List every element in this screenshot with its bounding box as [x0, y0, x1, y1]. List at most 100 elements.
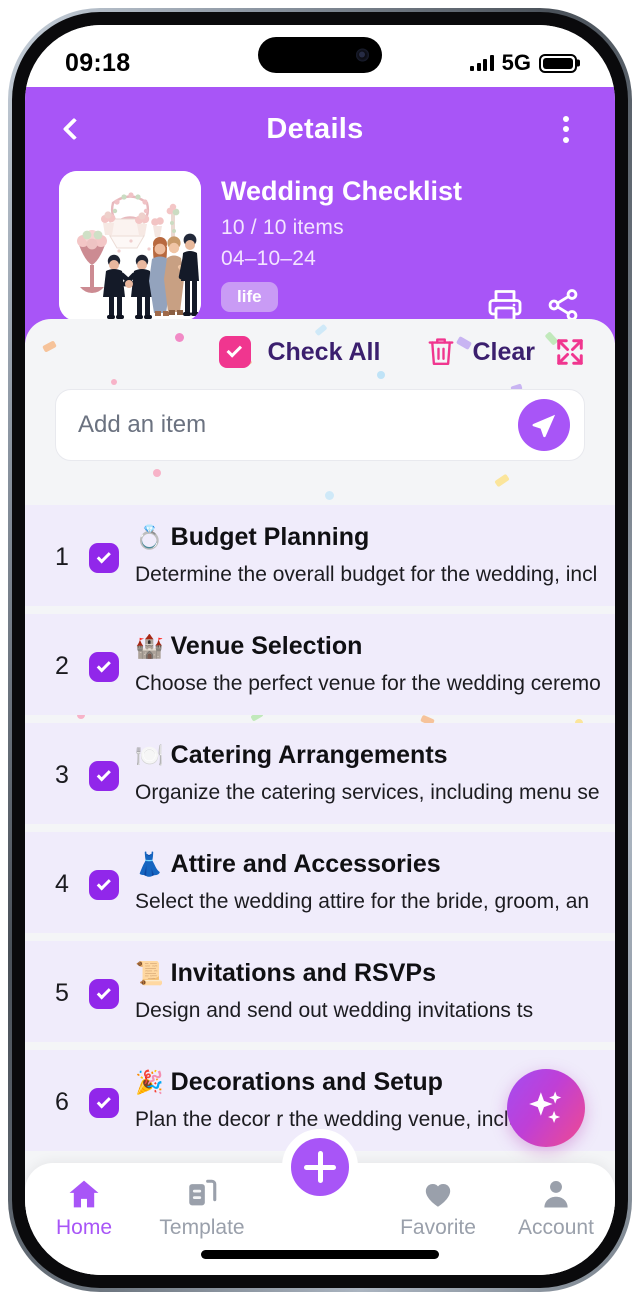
checklist-title: Wedding Checklist: [221, 176, 463, 206]
nav-label-favorite: Favorite: [400, 1216, 476, 1239]
content-sheet: Check All Clear Add an item 1 💍 Budget P…: [25, 319, 615, 1275]
chevron-left-icon: [62, 117, 86, 141]
sidebar-item-favorite[interactable]: Favorite: [379, 1177, 497, 1240]
checkmark-icon: [96, 766, 111, 782]
checkmark-icon: [96, 875, 111, 891]
battery-full-icon: [539, 53, 577, 73]
item-title-row: 💍 Budget Planning: [135, 521, 615, 555]
status-indicators: 5G: [470, 50, 577, 76]
sidebar-item-account[interactable]: Account: [497, 1177, 615, 1240]
phone-bezel: 09:18 5G Details Wedding Checklist 10 / …: [12, 12, 628, 1288]
app-header: Details Wedding Checklist 10 / 10 items …: [25, 87, 615, 343]
checklist-items: 1 💍 Budget Planning Determine the overall…: [25, 505, 615, 1152]
item-title: Catering Arrangements: [170, 741, 448, 770]
item-checkbox[interactable]: [89, 1088, 119, 1119]
item-checkbox[interactable]: [89, 761, 119, 792]
list-item[interactable]: 5 📜 Invitations and RSVPs Design and send…: [25, 941, 615, 1043]
item-index: 1: [55, 543, 69, 571]
more-vertical-icon[interactable]: [543, 106, 589, 152]
item-description: Design and send out wedding invitations …: [135, 998, 534, 1022]
item-title-row: 👗 Attire and Accessories: [135, 848, 615, 882]
clear-label[interactable]: Clear: [472, 338, 535, 367]
category-tag[interactable]: life: [221, 281, 278, 312]
item-checkbox[interactable]: [89, 543, 119, 573]
signal-bars-icon: [470, 55, 494, 71]
checkmark-icon: [96, 548, 111, 563]
item-emoji-icon: 🍽️: [135, 742, 164, 769]
list-toolbar: Check All Clear: [25, 319, 615, 375]
item-emoji-icon: 🎉: [135, 1069, 164, 1096]
template-icon: [189, 1179, 217, 1206]
sidebar-item-template[interactable]: Template: [143, 1177, 261, 1240]
wedding-illustration: [59, 171, 201, 321]
item-index: 4: [55, 870, 69, 899]
list-item[interactable]: 1 💍 Budget Planning Determine the overall…: [25, 505, 615, 607]
card-info: Wedding Checklist 10 / 10 items 04–10–24…: [221, 171, 581, 323]
add-item-input[interactable]: [78, 411, 518, 439]
item-index: 2: [55, 652, 69, 681]
item-emoji-icon: 👗: [135, 851, 164, 878]
item-checkbox[interactable]: [89, 979, 119, 1010]
checklist-date: 04–10–24: [221, 246, 317, 270]
ai-assistant-button[interactable]: [507, 1069, 585, 1147]
sparkles-icon: [529, 1091, 562, 1124]
card-action-icons: [487, 287, 581, 323]
item-title: Decorations and Setup: [170, 1068, 443, 1097]
status-time: 09:18: [65, 48, 131, 77]
heart-icon: [425, 1183, 451, 1207]
share-icon[interactable]: [545, 287, 581, 323]
nav-label-account: Account: [518, 1216, 594, 1239]
phone-screen: 09:18 5G Details Wedding Checklist 10 / …: [25, 25, 615, 1275]
item-title: Venue Selection: [170, 632, 363, 661]
screenshot-root: 09:18 5G Details Wedding Checklist 10 / …: [0, 0, 640, 1300]
trash-icon[interactable]: [426, 335, 456, 369]
sidebar-item-home[interactable]: Home: [25, 1177, 143, 1240]
checkmark-icon: [96, 1094, 111, 1109]
person-icon: [544, 1180, 568, 1208]
checkmark-icon: [96, 984, 111, 1000]
item-title: Attire and Accessories: [170, 850, 441, 879]
item-index: 6: [55, 1088, 69, 1117]
home-icon: [69, 1180, 99, 1208]
list-item[interactable]: 2 🏰 Venue Selection Choose the perfect ve…: [25, 614, 615, 716]
item-title-row: 🏰 Venue Selection: [135, 630, 615, 664]
front-camera-icon: [356, 48, 369, 62]
item-emoji-icon: 💍: [135, 524, 164, 550]
send-paper-plane-icon[interactable]: [518, 399, 570, 451]
item-emoji-icon: 🏰: [135, 633, 164, 660]
add-checklist-button[interactable]: [282, 1129, 358, 1205]
network-label: 5G: [501, 50, 531, 75]
item-index: 3: [55, 761, 69, 790]
list-item[interactable]: 3 🍽️ Catering Arrangements Organize the c…: [25, 723, 615, 825]
phone-frame: 09:18 5G Details Wedding Checklist 10 / …: [8, 8, 632, 1292]
home-indicator: [201, 1250, 439, 1259]
check-all-checkbox[interactable]: [219, 336, 252, 368]
item-checkbox[interactable]: [89, 652, 119, 683]
item-title: Budget Planning: [170, 523, 370, 551]
item-title-row: 🍽️ Catering Arrangements: [135, 739, 615, 773]
items-count: 10 / 10 items: [221, 215, 344, 239]
item-emoji-icon: 📜: [135, 960, 164, 987]
item-description: Choose the perfect venue for the wedding…: [135, 671, 601, 695]
item-description: Select the wedding attire for the bride,…: [135, 889, 590, 913]
header-topbar: Details: [25, 87, 615, 171]
item-checkbox[interactable]: [89, 870, 119, 901]
item-index: 5: [55, 979, 69, 1008]
add-item-row: [55, 389, 585, 461]
page-title: Details: [266, 112, 364, 145]
nav-label-template: Template: [159, 1216, 245, 1239]
nav-label-home: Home: [55, 1216, 113, 1239]
print-icon[interactable]: [487, 287, 523, 323]
checklist-summary-card: Wedding Checklist 10 / 10 items 04–10–24…: [25, 171, 615, 323]
list-item[interactable]: 4 👗 Attire and Accessories Select the wed…: [25, 832, 615, 934]
item-title: Invitations and RSVPs: [170, 959, 436, 988]
item-description: Determine the overall budget for the wed…: [135, 562, 598, 586]
item-description: Organize the catering services, includin…: [135, 780, 600, 804]
dynamic-island: [258, 37, 382, 73]
check-all-label[interactable]: Check All: [267, 338, 380, 367]
checkmark-icon: [226, 342, 243, 358]
expand-arrows-icon[interactable]: [555, 337, 585, 367]
checkmark-icon: [96, 657, 111, 672]
bottom-navigation: Home Template Favorite Account: [25, 1129, 615, 1275]
item-title-row: 📜 Invitations and RSVPs: [135, 957, 615, 991]
